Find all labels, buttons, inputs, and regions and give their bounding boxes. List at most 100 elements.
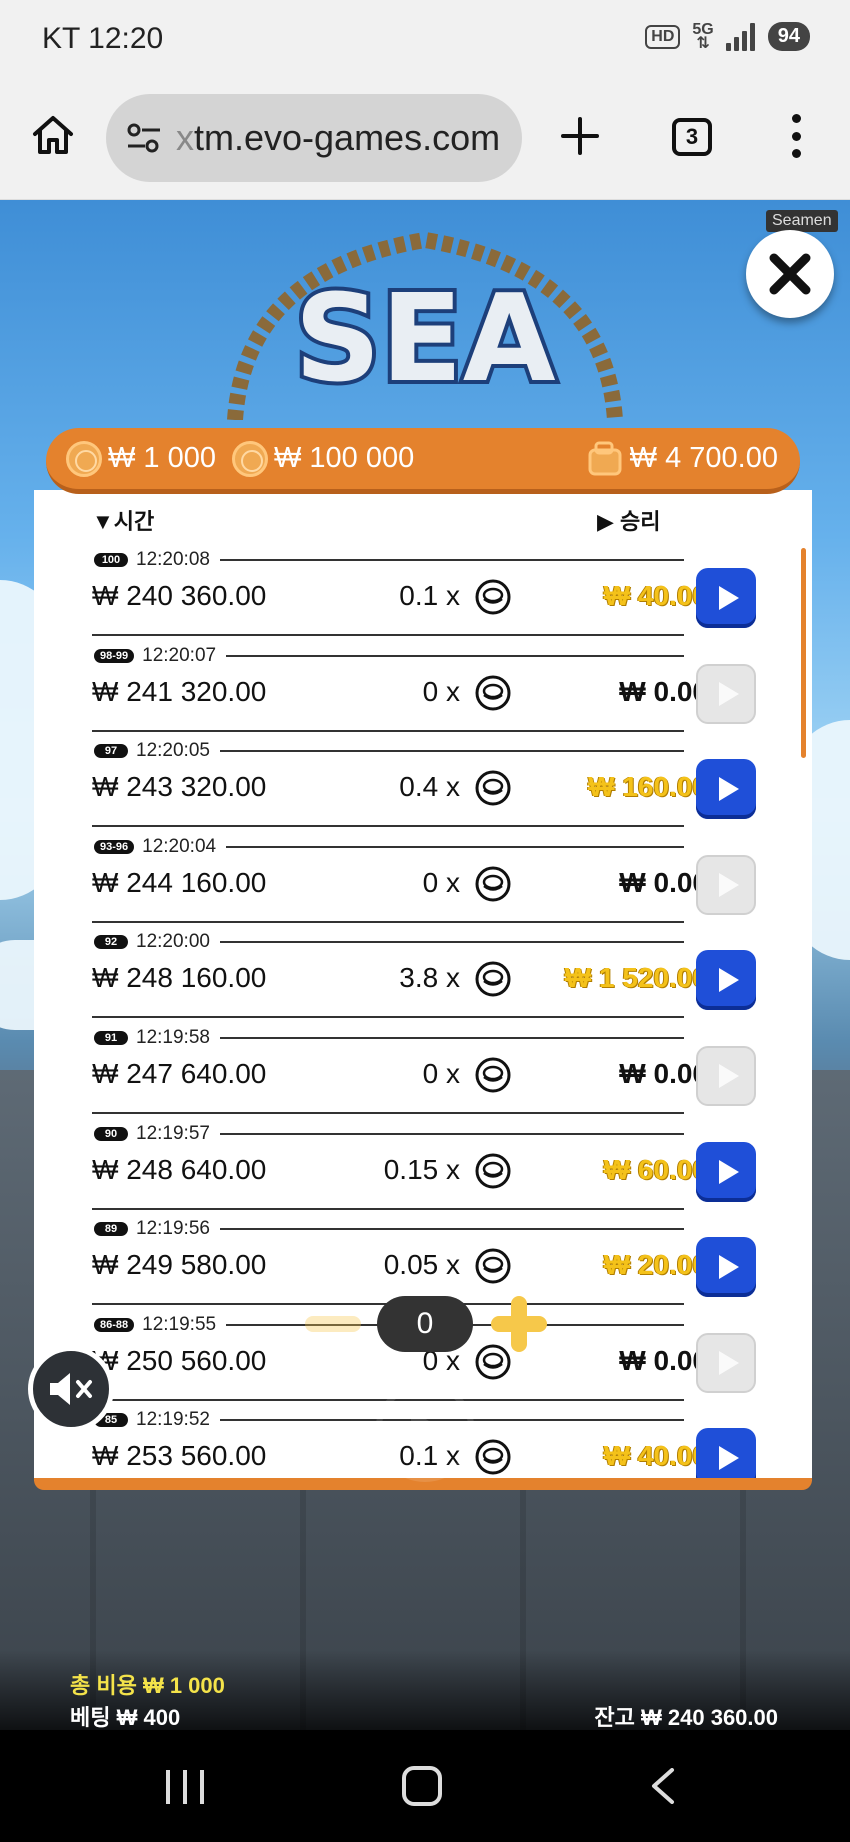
round-win: ₩ 60.00 [603, 1153, 708, 1185]
logo-text: SEA [294, 270, 555, 409]
play-icon [718, 681, 739, 706]
play-icon [718, 1159, 739, 1184]
history-row: 98-99 12:20:07 ₩ 241 320.00 0 x ₩ 0.00 [34, 644, 812, 740]
round-badge: 97 [94, 744, 128, 759]
round-balance: ₩ 241 320.00 [92, 675, 267, 707]
sort-time-header[interactable]: ▼시간 [92, 504, 154, 536]
replay-button[interactable] [696, 663, 756, 724]
round-win: ₩ 40.00 [603, 580, 708, 611]
stepper-value: 0 [377, 1296, 473, 1352]
url-domain: tm.evo-games.com [194, 117, 501, 158]
game-logo: SEA [227, 231, 623, 420]
round-multiplier: 0 x [422, 866, 460, 898]
browser-menu-icon[interactable] [790, 114, 802, 158]
network-label: 5G [692, 20, 714, 38]
history-row: 97 12:20:05 ₩ 243 320.00 0.4 x ₩ 160.00 [34, 739, 812, 835]
max-stake: ₩ 100 000 [274, 442, 415, 474]
round-time: 12:19:55 [142, 1313, 217, 1335]
site-settings-icon[interactable] [124, 118, 164, 158]
round-balance: ₩ 249 580.00 [92, 1249, 267, 1281]
header-time-label: 시간 [113, 509, 155, 534]
increase-button[interactable] [491, 1296, 547, 1352]
row-header: 98-99 12:20:07 [94, 644, 684, 668]
round-time: 12:20:00 [136, 931, 210, 953]
history-header: ▼시간 ▶ 승리 [92, 504, 692, 540]
round-time: 12:19:52 [136, 1409, 210, 1431]
sound-off-icon [50, 1373, 92, 1405]
round-balance: ₩ 240 360.00 [92, 580, 267, 611]
wallet-icon [588, 441, 622, 475]
recent-apps-icon[interactable] [166, 1770, 204, 1804]
decrease-button[interactable] [305, 1316, 361, 1332]
replay-button[interactable] [696, 1141, 756, 1202]
round-balance: ₩ 247 640.00 [92, 1058, 267, 1089]
multiplier-stepper: 0 [305, 1296, 547, 1352]
round-multiplier: 0.4 x [399, 771, 460, 803]
game-area: SEA Seamen ▼시간 ▶ 승리 100 12:20:08 ₩ 240 360… [0, 200, 850, 1730]
round-win: ₩ 0.00 [619, 866, 708, 898]
home-icon[interactable] [30, 112, 76, 158]
replay-button[interactable] [696, 950, 756, 1011]
round-time: 12:20:08 [136, 549, 210, 570]
new-tab-icon[interactable] [560, 116, 600, 156]
replay-button[interactable] [696, 1428, 756, 1478]
round-multiplier: 3.8 x [399, 962, 460, 994]
round-time: 12:19:58 [136, 1027, 210, 1048]
provider-tag: Seamen [766, 210, 838, 232]
replay-button[interactable] [696, 1332, 756, 1393]
mute-button[interactable] [28, 1346, 114, 1432]
address-bar[interactable]: xtm.evo-games.com [106, 94, 522, 182]
home-nav-icon[interactable] [402, 1766, 442, 1806]
row-header: 97 12:20:05 [94, 739, 684, 763]
total-cost: 총 비용 ₩ 1 000 [70, 1673, 225, 1698]
replay-button[interactable] [696, 1237, 756, 1298]
play-round-button[interactable] [375, 1382, 475, 1482]
round-multiplier: 0.05 x [383, 1249, 460, 1281]
tab-switcher-button[interactable]: 3 [672, 118, 712, 156]
replay-button[interactable] [696, 759, 756, 820]
round-badge: 100 [94, 553, 128, 567]
play-icon [718, 968, 739, 993]
round-badge: 90 [94, 1126, 128, 1141]
history-row: 93-96 12:20:04 ₩ 244 160.00 0 x ₩ 0.00 [34, 835, 812, 931]
back-icon[interactable] [650, 1768, 676, 1804]
replay-button[interactable] [696, 1046, 756, 1106]
balance-amount: 잔고 ₩ 240 360.00 [594, 1705, 778, 1730]
history-row: 92 12:20:00 ₩ 248 160.00 3.8 x ₩ 1 520.00 [34, 930, 812, 1026]
round-multiplier: 0 x [422, 675, 460, 707]
sort-win-header[interactable]: ▶ 승리 [597, 504, 661, 536]
round-win: ₩ 160.00 [588, 771, 708, 803]
round-balance: ₩ 248 640.00 [92, 1153, 267, 1185]
history-row: 90 12:19:57 ₩ 248 640.00 0.15 x ₩ 60.00 [34, 1122, 812, 1218]
url-faded-prefix: x [176, 117, 194, 158]
round-win: ₩ 40.00 [603, 1440, 708, 1472]
play-icon [718, 1350, 739, 1375]
play-icon [718, 1446, 739, 1471]
round-balance: ₩ 248 160.00 [92, 962, 267, 994]
browser-toolbar: xtm.evo-games.com 3 [0, 82, 850, 200]
round-badge: 98-99 [94, 648, 135, 663]
close-history-button[interactable] [746, 230, 834, 318]
row-header: 100 12:20:08 [94, 548, 684, 572]
battery-icon: 94 [767, 22, 810, 51]
round-badge: 91 [94, 1031, 128, 1045]
close-icon [769, 253, 811, 295]
round-time: 12:20:07 [142, 644, 217, 666]
row-header: 89 12:19:56 [94, 1217, 684, 1241]
history-row: 100 12:20:08 ₩ 240 360.00 0.1 x ₩ 40.00 [34, 548, 812, 644]
system-nav-bar [0, 1730, 850, 1842]
replay-button[interactable] [696, 854, 756, 915]
row-header: 93-96 12:20:04 [94, 835, 684, 859]
round-win: ₩ 0.00 [619, 675, 708, 707]
round-multiplier: 0.1 x [399, 580, 460, 611]
round-time: 12:20:04 [142, 835, 217, 857]
round-time: 12:20:05 [136, 740, 210, 762]
round-win: ₩ 0.00 [619, 1058, 708, 1089]
history-row: 91 12:19:58 ₩ 247 640.00 0 x ₩ 0.00 [34, 1026, 812, 1122]
replay-button[interactable] [696, 568, 756, 628]
round-badge: 86-88 [94, 1317, 135, 1332]
network-5g-icon: 5G ⇅ [692, 20, 714, 52]
round-win: ₩ 1 520.00 [564, 962, 708, 994]
round-time: 12:19:57 [136, 1122, 210, 1144]
play-icon [718, 586, 739, 610]
